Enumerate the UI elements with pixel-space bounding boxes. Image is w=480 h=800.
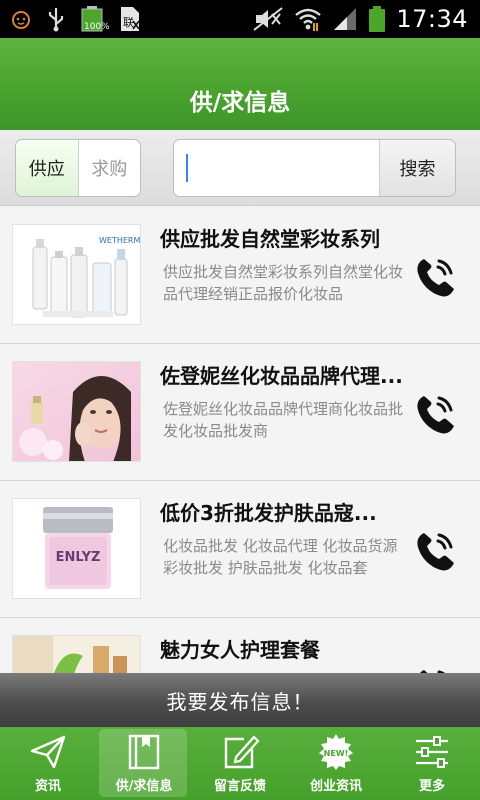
sim-icon: 联 [121, 7, 140, 31]
publish-info-button[interactable]: 我要发布信息！ [0, 673, 480, 727]
cream-jar-image: ENLYZ [12, 498, 141, 599]
listing-description: 佐登妮丝化妆品品牌代理商化妆品批发化妆品批发商 [163, 400, 404, 440]
clock: 17:34 [396, 5, 468, 33]
mute-icon [253, 7, 283, 31]
nav-label: 资讯 [34, 779, 61, 794]
list-item[interactable]: 佐登妮丝化妆品品牌代理... 佐登妮丝化妆品品牌代理商化妆品批发化妆品批发商 [0, 344, 480, 481]
bottom-nav: 资讯 供/求信息 留言反馈 NEW! 创业资讯 更多 [0, 727, 480, 800]
battery-icon [369, 6, 386, 32]
demand-tab[interactable]: 求购 [79, 140, 141, 196]
header: 供/求信息 [0, 38, 480, 130]
listing-title: 供应批发自然堂彩妆系列 [160, 227, 380, 251]
nav-item-more[interactable]: 更多 [384, 727, 480, 800]
nav-item-feedback[interactable]: 留言反馈 [192, 727, 288, 800]
listing-title: 佐登妮丝化妆品品牌代理... [160, 364, 403, 388]
status-bar: 联 100% 17:34 [0, 0, 480, 38]
edit-icon [224, 735, 260, 769]
cosmetic-bottles-image: WETHERM [12, 224, 141, 325]
search-row: 供应 求购 搜索 [0, 130, 480, 206]
nav-item-startup-news[interactable]: NEW! 创业资讯 [288, 727, 384, 800]
paper-plane-icon [30, 735, 66, 769]
nav-item-news[interactable]: 资讯 [0, 727, 96, 800]
jar-brand-text: ENLYZ [56, 550, 101, 565]
search-box: 搜索 [173, 139, 456, 197]
page-title: 供/求信息 [189, 90, 291, 116]
search-input[interactable] [174, 140, 380, 196]
cat-face-icon [12, 11, 30, 29]
phone-icon[interactable] [412, 390, 460, 438]
list-item[interactable]: 魅力女人护理套餐 [0, 618, 480, 673]
nav-label: 更多 [418, 779, 445, 794]
wifi-icon [295, 8, 322, 31]
svg-text:WETHERM: WETHERM [99, 236, 140, 245]
listing-list: WETHERM 供应批发自然堂彩妆系列 供应批发自然堂彩妆系列自然堂化妆品代理经… [0, 207, 480, 673]
svg-text:联: 联 [123, 16, 134, 29]
text-caret [186, 154, 188, 182]
phone-icon[interactable] [412, 527, 460, 575]
new-badge-text: NEW! [324, 749, 349, 758]
phone-icon[interactable] [412, 253, 460, 301]
nav-label: 创业资讯 [309, 779, 362, 794]
listing-title: 魅力女人护理套餐 [160, 638, 320, 662]
supply-demand-toggle: 供应 求购 [15, 139, 141, 197]
spa-care-image [12, 635, 141, 673]
model-face-image [12, 361, 141, 462]
usb-icon [48, 8, 64, 32]
nav-label: 留言反馈 [213, 779, 266, 794]
listing-description: 化妆品批发 化妆品代理 化妆品货源 彩妆批发 护肤品批发 化妆品套 [163, 537, 398, 577]
sliders-icon [416, 736, 448, 768]
nav-label: 供/求信息 [115, 779, 173, 794]
list-item[interactable]: WETHERM 供应批发自然堂彩妆系列 供应批发自然堂彩妆系列自然堂化妆品代理经… [0, 207, 480, 344]
phone-icon[interactable] [412, 664, 460, 673]
search-button[interactable]: 搜索 [379, 140, 455, 196]
listing-title: 低价3折批发护肤品寇... [160, 501, 377, 525]
list-item[interactable]: ENLYZ 低价3折批发护肤品寇... 化妆品批发 化妆品代理 化妆品货源 彩妆… [0, 481, 480, 618]
supply-tab[interactable]: 供应 [16, 140, 79, 196]
nav-item-supply-demand[interactable]: 供/求信息 [96, 727, 192, 800]
battery-percent-label: 100% [84, 22, 110, 32]
listing-description: 供应批发自然堂彩妆系列自然堂化妆品代理经销正品报价化妆品 [163, 263, 404, 303]
signal-icon [334, 8, 357, 30]
book-icon [128, 734, 160, 770]
new-badge-icon: NEW! [319, 734, 353, 770]
